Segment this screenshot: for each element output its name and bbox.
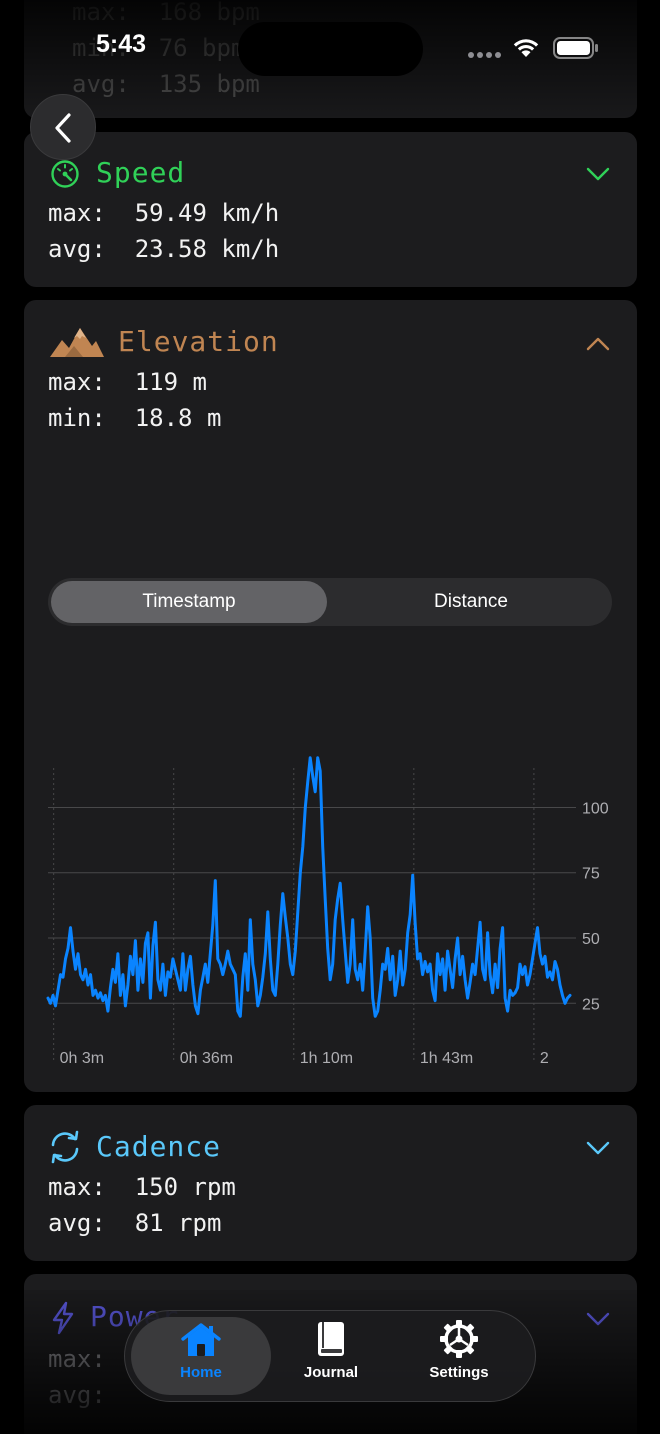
tab-settings[interactable]: Settings xyxy=(389,1317,529,1395)
lightning-bolt-icon xyxy=(52,1301,74,1335)
y-tick-label: 25 xyxy=(582,996,600,1013)
y-tick-label: 50 xyxy=(582,931,600,948)
tab-bar: Home Journal Settings xyxy=(124,1310,536,1402)
battery-icon xyxy=(553,37,598,59)
mountain-icon xyxy=(50,328,104,357)
chevron-down-icon[interactable] xyxy=(585,1311,611,1327)
chevron-down-icon[interactable] xyxy=(585,166,611,182)
speedometer-icon xyxy=(51,160,79,188)
cadence-avg-row: avg: 81 rpm xyxy=(48,1209,222,1237)
heart-rate-max-row: max: 168 bpm xyxy=(72,0,260,26)
elevation-min-row: min: 18.8 m xyxy=(48,404,222,432)
x-tick-label: 2 xyxy=(540,1050,549,1067)
tab-journal-label: Journal xyxy=(303,1364,359,1381)
axis-mode-segmented-control[interactable]: Timestamp Distance xyxy=(48,578,612,626)
y-tick-label: 75 xyxy=(582,866,600,883)
speed-max-row: max: 59.49 km/h xyxy=(48,199,280,227)
speed-title: Speed xyxy=(96,156,186,189)
power-avg-row: avg: xyxy=(48,1381,106,1409)
elevation-title: Elevation xyxy=(118,325,279,358)
x-tick-label: 0h 36m xyxy=(180,1050,233,1067)
power-max-row: max: xyxy=(48,1345,106,1373)
book-icon xyxy=(318,1322,344,1356)
x-tick-label: 1h 10m xyxy=(300,1050,353,1067)
segment-distance[interactable]: Distance xyxy=(333,581,609,623)
elevation-chart[interactable]: 25 50 75 100 0h 3m 0h 36m 1h 10m 1h 43m 2 xyxy=(40,740,630,1080)
back-button[interactable] xyxy=(30,94,96,160)
tab-settings-label: Settings xyxy=(429,1364,489,1381)
tab-journal[interactable]: Journal xyxy=(261,1317,401,1395)
cellular-signal-icon xyxy=(468,52,501,58)
cadence-arrows-icon xyxy=(51,1130,79,1164)
cadence-title: Cadence xyxy=(96,1130,222,1163)
wifi-icon xyxy=(513,39,539,57)
elevation-series-line xyxy=(46,756,572,1018)
gear-icon xyxy=(440,1320,478,1358)
cadence-max-row: max: 150 rpm xyxy=(48,1173,236,1201)
x-tick-label: 1h 43m xyxy=(420,1050,473,1067)
elevation-max-row: max: 119 m xyxy=(48,368,207,396)
dynamic-island xyxy=(238,22,423,76)
chevron-down-icon[interactable] xyxy=(585,1140,611,1156)
chevron-up-icon[interactable] xyxy=(585,336,611,352)
segment-timestamp[interactable]: Timestamp xyxy=(51,581,327,623)
chevron-left-icon xyxy=(55,113,71,143)
heart-rate-avg-row: avg: 135 bpm xyxy=(72,70,260,98)
y-tick-label: 100 xyxy=(582,800,609,817)
x-tick-label: 0h 3m xyxy=(60,1050,104,1067)
house-icon xyxy=(181,1323,221,1356)
speed-avg-row: avg: 23.58 km/h xyxy=(48,235,280,263)
tab-home[interactable]: Home xyxy=(131,1317,271,1395)
status-time: 5:43 xyxy=(96,30,147,58)
tab-home-label: Home xyxy=(180,1364,222,1381)
